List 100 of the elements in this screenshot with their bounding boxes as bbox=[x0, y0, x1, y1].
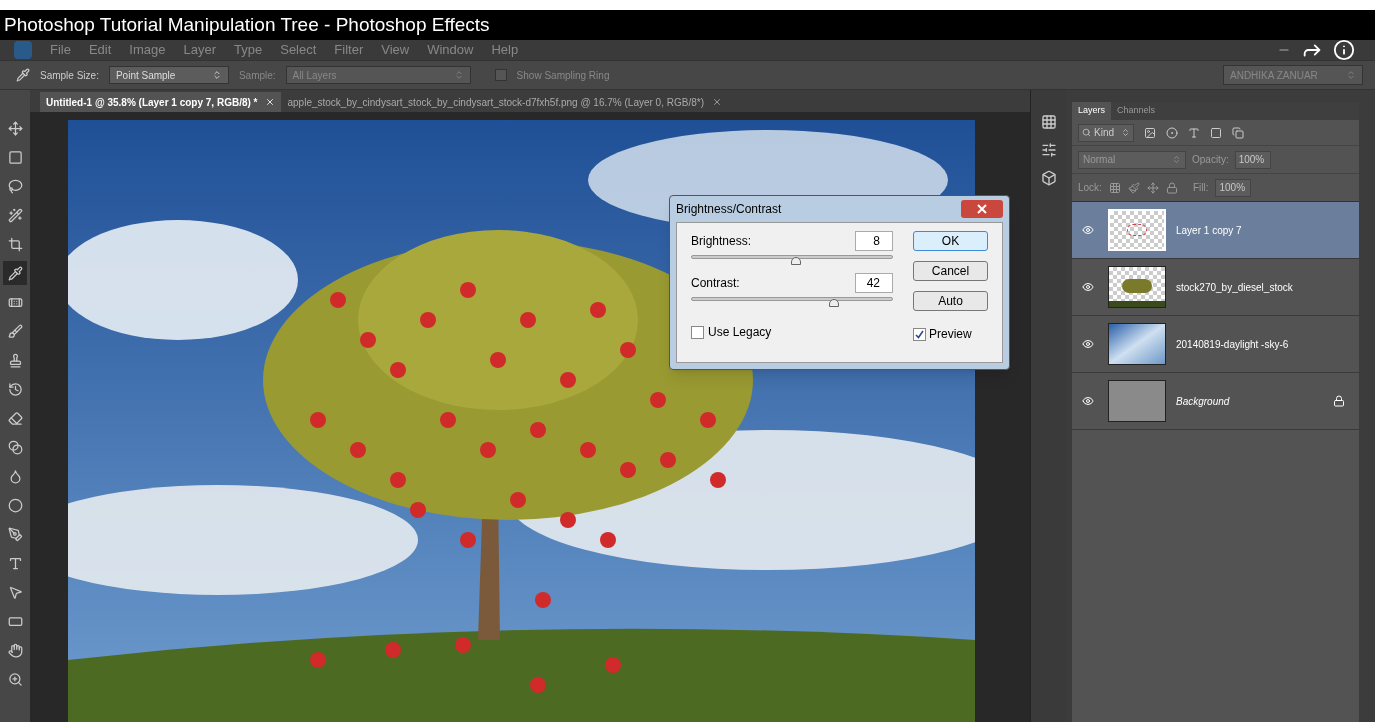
type-filter-icon[interactable] bbox=[1188, 126, 1200, 139]
menu-item[interactable]: Help bbox=[491, 40, 519, 60]
menu-item[interactable]: Image bbox=[129, 40, 166, 60]
swatches-panel-icon[interactable] bbox=[1040, 114, 1057, 130]
opacity-label: Opacity: bbox=[1192, 153, 1229, 167]
visibility-eye-icon[interactable] bbox=[1082, 281, 1094, 293]
menu-item[interactable]: Filter bbox=[334, 40, 364, 60]
hand-icon bbox=[7, 642, 23, 658]
layer-row[interactable]: Layer 1 copy 7 bbox=[1072, 202, 1359, 259]
dialog-title: Brightness/Contrast bbox=[676, 201, 782, 218]
lock-label: Lock: bbox=[1078, 181, 1102, 195]
updown-arrows-icon bbox=[211, 70, 222, 80]
visibility-eye-icon[interactable] bbox=[1082, 338, 1094, 350]
blend-mode-dropdown[interactable]: Normal bbox=[1078, 150, 1186, 169]
search-icon bbox=[1082, 128, 1091, 137]
use-legacy-checkbox[interactable] bbox=[691, 325, 704, 339]
menu-item[interactable]: Window bbox=[427, 40, 474, 60]
layer-thumbnail bbox=[1108, 323, 1166, 365]
layer-name: stock270_by_diesel_stock bbox=[1176, 280, 1293, 295]
preview-checkbox[interactable] bbox=[913, 327, 926, 341]
menu-item[interactable]: Type bbox=[234, 40, 263, 60]
menu-item[interactable]: Edit bbox=[88, 40, 112, 60]
filter-dropdown[interactable]: Kind bbox=[1078, 123, 1134, 142]
shape-filter-icon[interactable] bbox=[1210, 126, 1222, 139]
layer-name: 20140819-daylight -sky-6 bbox=[1176, 337, 1289, 352]
close-icon[interactable] bbox=[265, 97, 276, 107]
square-icon bbox=[7, 149, 23, 165]
image-filter-icon[interactable] bbox=[1144, 126, 1156, 139]
slider-label: Brightness: bbox=[691, 233, 752, 250]
layer-thumbnail bbox=[1108, 209, 1166, 251]
eyedropper-icon[interactable] bbox=[16, 68, 30, 82]
use-legacy-label: Use Legacy bbox=[708, 324, 772, 341]
updown-arrows-icon bbox=[1172, 155, 1181, 164]
eyedropper-icon bbox=[7, 265, 23, 281]
document-tab[interactable]: apple_stock_by_cindysart_stock_by_cindysart_stock-d7fxh5f.png @ 16.7% (Layer 0, RGB/8*) bbox=[281, 92, 728, 112]
preview-label: Preview bbox=[929, 326, 972, 343]
slider-label: Contrast: bbox=[691, 275, 740, 292]
close-icon bbox=[977, 204, 987, 214]
dialog-button[interactable]: Cancel bbox=[913, 261, 988, 281]
menu-item[interactable]: Layer bbox=[183, 40, 217, 60]
properties-panel-icon[interactable] bbox=[1040, 170, 1057, 186]
sampling-ring-checkbox[interactable] bbox=[494, 69, 507, 81]
menu-item[interactable]: Select bbox=[280, 40, 317, 60]
updown-arrows-icon bbox=[453, 70, 464, 80]
close-icon[interactable] bbox=[711, 97, 722, 107]
pointer-icon bbox=[7, 584, 23, 600]
updown-arrows-icon bbox=[1346, 70, 1356, 80]
fill-label: Fill: bbox=[1192, 181, 1209, 195]
sample-size-dropdown[interactable]: Point Sample bbox=[108, 66, 229, 84]
app-logo-icon bbox=[14, 41, 32, 59]
layer-name: Background bbox=[1176, 394, 1230, 409]
sample-size-label: Sample Size: bbox=[40, 68, 99, 83]
menu-item[interactable]: File bbox=[50, 40, 71, 60]
stamp-icon bbox=[7, 352, 23, 368]
slider-thumb[interactable] bbox=[829, 299, 840, 307]
type-icon bbox=[7, 555, 23, 571]
layer-row[interactable]: stock270_by_diesel_stock bbox=[1072, 259, 1359, 316]
document-tab[interactable]: Untitled-1 @ 35.8% (Layer 1 copy 7, RGB/8) * bbox=[40, 92, 282, 112]
circle-icon bbox=[7, 497, 23, 513]
droplet-icon bbox=[7, 468, 23, 484]
move-arrows-icon bbox=[7, 120, 23, 136]
zoom-icon bbox=[7, 671, 23, 687]
slider-thumb[interactable] bbox=[791, 257, 802, 265]
visibility-eye-icon[interactable] bbox=[1082, 395, 1094, 407]
lock-all-icon[interactable] bbox=[1165, 181, 1178, 194]
dialog-button[interactable]: Auto bbox=[913, 291, 988, 311]
updown-arrows-icon bbox=[1121, 128, 1130, 137]
layer-name: Layer 1 copy 7 bbox=[1176, 223, 1242, 238]
adjustments-panel-icon[interactable] bbox=[1040, 142, 1057, 158]
crop-icon bbox=[7, 236, 23, 252]
wand-icon bbox=[7, 207, 23, 223]
info-icon[interactable] bbox=[1333, 39, 1355, 61]
value-field[interactable]: 8 bbox=[855, 231, 893, 251]
value-field[interactable]: 42 bbox=[855, 273, 893, 293]
dialog-button[interactable]: OK bbox=[913, 231, 988, 251]
layer-thumbnail bbox=[1108, 380, 1166, 422]
layer-row[interactable]: 20140819-daylight -sky-6 bbox=[1072, 316, 1359, 373]
lock-position-icon[interactable] bbox=[1146, 181, 1159, 194]
menu-item[interactable]: View bbox=[381, 40, 410, 60]
sampling-ring-label: Show Sampling Ring bbox=[516, 68, 610, 83]
adjustment-filter-icon[interactable] bbox=[1166, 126, 1178, 139]
lock-pixels-icon[interactable] bbox=[1108, 181, 1121, 194]
layer-thumbnail bbox=[1108, 266, 1166, 308]
smart-object-filter-icon[interactable] bbox=[1232, 126, 1244, 139]
pen-icon bbox=[7, 526, 23, 542]
checkmark-icon bbox=[915, 329, 924, 339]
overlapping-circles-icon bbox=[7, 439, 23, 455]
visibility-eye-icon[interactable] bbox=[1082, 224, 1094, 236]
layer-row[interactable]: Background bbox=[1072, 373, 1359, 430]
panel-tab[interactable]: Channels bbox=[1111, 102, 1162, 120]
history-icon bbox=[7, 381, 23, 397]
brush-icon bbox=[7, 323, 23, 339]
tool-button[interactable] bbox=[3, 261, 27, 285]
opacity-field[interactable]: 100% bbox=[1234, 150, 1271, 169]
video-title: Photoshop Tutorial Manipulation Tree - Photoshop Effects bbox=[4, 12, 490, 37]
fill-field[interactable]: 100% bbox=[1215, 178, 1252, 197]
close-button[interactable] bbox=[961, 200, 1003, 218]
panel-tab[interactable]: Layers bbox=[1072, 102, 1111, 120]
lasso-icon bbox=[7, 178, 23, 194]
eraser-icon bbox=[7, 410, 23, 426]
